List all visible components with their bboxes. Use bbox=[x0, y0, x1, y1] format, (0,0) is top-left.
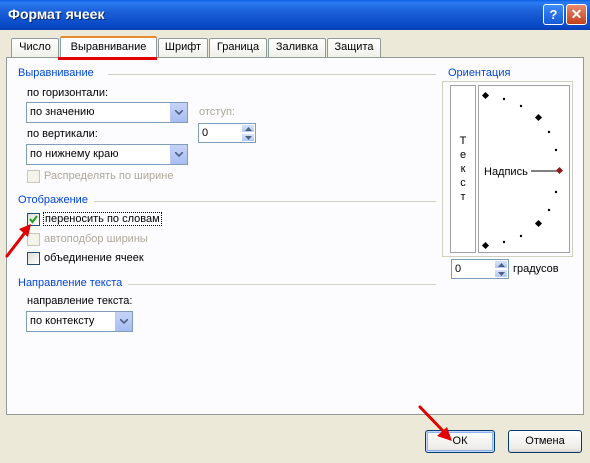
help-button[interactable]: ? bbox=[543, 4, 564, 25]
vertical-text-char: к bbox=[460, 163, 466, 175]
tab-protection[interactable]: Защита bbox=[327, 38, 381, 57]
merge-cells-checkbox[interactable] bbox=[27, 252, 40, 265]
alignment-divider bbox=[108, 74, 436, 75]
degrees-spinner[interactable]: 0 bbox=[451, 259, 509, 279]
distribute-label: Распределять по ширине bbox=[44, 170, 174, 182]
wrap-text-checkbox[interactable] bbox=[27, 213, 40, 226]
shrink-to-fit-label: автоподбор ширины bbox=[44, 233, 148, 245]
spin-up-icon[interactable] bbox=[494, 260, 508, 269]
spin-up-icon[interactable] bbox=[241, 124, 255, 133]
cancel-button[interactable]: Отмена bbox=[508, 430, 582, 453]
chevron-down-icon[interactable] bbox=[170, 103, 187, 122]
horizontal-label: по горизонтали: bbox=[27, 87, 109, 99]
vertical-value: по нижнему краю bbox=[30, 148, 119, 160]
spin-down-icon[interactable] bbox=[241, 133, 255, 142]
vertical-text-char: е bbox=[459, 149, 467, 161]
distribute-checkbox[interactable] bbox=[27, 170, 40, 183]
vertical-text-char: с bbox=[460, 177, 466, 189]
ok-button[interactable]: ОК bbox=[425, 430, 495, 453]
chevron-down-icon[interactable] bbox=[170, 145, 187, 164]
orientation-group-label: Ориентация bbox=[446, 67, 513, 79]
title-bar: Формат ячеек ? ✕ bbox=[0, 0, 590, 30]
horizontal-select[interactable]: по значению bbox=[26, 102, 188, 123]
close-button[interactable]: ✕ bbox=[566, 4, 587, 25]
tab-underline-annotation bbox=[58, 57, 157, 60]
tab-font[interactable]: Шрифт bbox=[158, 38, 208, 57]
check-icon bbox=[29, 215, 38, 224]
tab-alignment[interactable]: Выравнивание bbox=[60, 36, 157, 59]
indent-value: 0 bbox=[202, 127, 209, 139]
text-direction-label: направление текста: bbox=[27, 295, 133, 307]
tab-fill[interactable]: Заливка bbox=[268, 38, 326, 57]
alignment-group-label: Выравнивание bbox=[18, 67, 94, 79]
spin-down-icon[interactable] bbox=[494, 269, 508, 278]
chevron-down-icon[interactable] bbox=[115, 312, 132, 331]
text-direction-value: по контексту bbox=[30, 315, 95, 327]
indent-label: отступ: bbox=[199, 106, 235, 118]
dial-label: Надпись bbox=[484, 166, 528, 178]
text-direction-select[interactable]: по контексту bbox=[26, 311, 133, 332]
vertical-text-box[interactable]: Т е к с т bbox=[450, 85, 476, 253]
display-group-label: Отображение bbox=[18, 194, 88, 206]
wrap-text-label: переносить по словам bbox=[43, 212, 162, 226]
direction-divider bbox=[128, 284, 436, 285]
window-title: Формат ячеек bbox=[8, 6, 105, 22]
degrees-label: градусов bbox=[513, 263, 559, 275]
degrees-value: 0 bbox=[455, 263, 462, 275]
orientation-dial[interactable]: Надпись bbox=[478, 85, 570, 253]
close-icon: ✕ bbox=[570, 6, 583, 22]
display-divider bbox=[94, 201, 436, 202]
vertical-label: по вертикали: bbox=[27, 128, 98, 140]
help-icon: ? bbox=[549, 7, 558, 22]
vertical-text-char: Т bbox=[459, 135, 467, 147]
direction-group-label: Направление текста bbox=[18, 277, 123, 289]
shrink-to-fit-checkbox[interactable] bbox=[27, 233, 40, 246]
vertical-select[interactable]: по нижнему краю bbox=[26, 144, 188, 165]
tab-number[interactable]: Число bbox=[11, 38, 59, 57]
vertical-text-char: т bbox=[460, 191, 466, 203]
tab-strip: Число Выравнивание Шрифт Граница Заливка… bbox=[0, 36, 590, 59]
horizontal-value: по значению bbox=[30, 106, 95, 118]
indent-spinner[interactable]: 0 bbox=[198, 123, 256, 143]
merge-cells-label: объединение ячеек bbox=[44, 252, 144, 264]
tab-border[interactable]: Граница bbox=[209, 38, 267, 57]
